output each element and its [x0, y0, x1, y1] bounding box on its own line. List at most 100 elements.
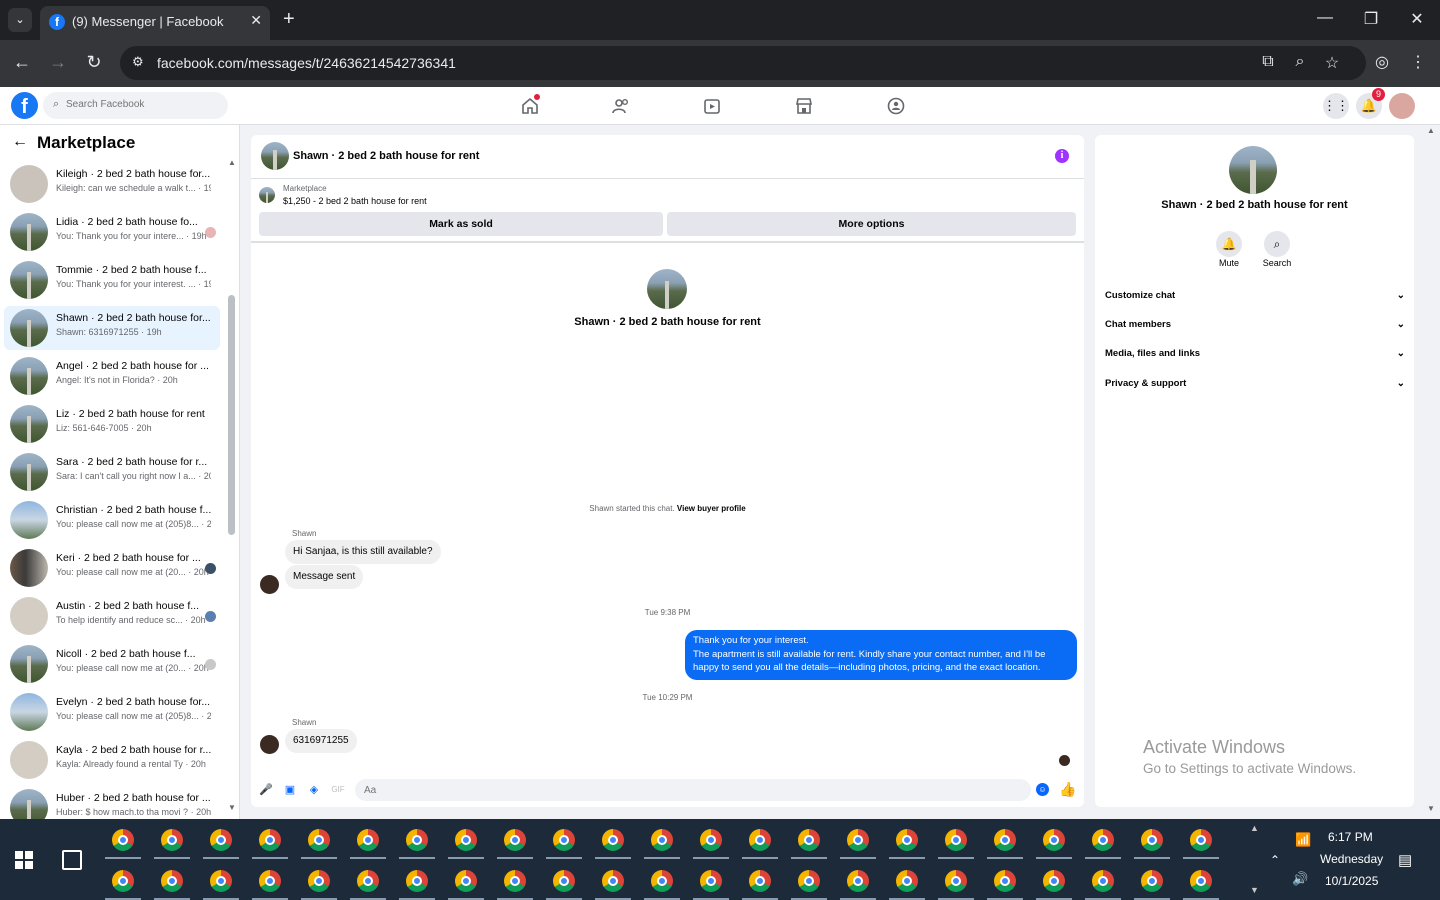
- taskbar-chrome-icon[interactable]: [847, 870, 869, 892]
- window-close-icon[interactable]: ✕: [1402, 9, 1432, 29]
- taskbar-chrome-icon[interactable]: [896, 870, 918, 892]
- menu-grid-icon[interactable]: ⋮⋮: [1323, 93, 1349, 119]
- address-bar[interactable]: ⚙ facebook.com/messages/t/24636214542736…: [120, 46, 1366, 80]
- taskbar-chrome-icon[interactable]: [161, 870, 183, 892]
- outgoing-message[interactable]: Thank you for your interest. The apartme…: [685, 630, 1077, 680]
- taskbar-chrome-icon[interactable]: [945, 829, 967, 851]
- taskbar-chrome-icon[interactable]: [994, 870, 1016, 892]
- show-hidden-icons-chevron-icon[interactable]: ⌃: [1270, 853, 1280, 867]
- emoji-icon[interactable]: ☺: [1036, 783, 1049, 796]
- list-item[interactable]: Christian · 2 bed 2 bath house f... You:…: [4, 498, 220, 542]
- site-info-icon[interactable]: ⚙: [132, 54, 150, 72]
- customize-chat-section[interactable]: Customize chat ⌄: [1105, 290, 1405, 310]
- taskbar-chrome-icon[interactable]: [553, 870, 575, 892]
- taskbar-chrome-icon[interactable]: [1141, 870, 1163, 892]
- taskbar-chrome-icon[interactable]: [112, 870, 134, 892]
- back-arrow-icon[interactable]: ←: [12, 133, 28, 151]
- list-item[interactable]: Austin · 2 bed 2 bath house f... To help…: [4, 594, 220, 638]
- profile-avatar[interactable]: [1229, 146, 1277, 194]
- search-icon[interactable]: ⌕: [1264, 231, 1290, 257]
- taskbar-chrome-icon[interactable]: [749, 870, 771, 892]
- taskbar-chrome-icon[interactable]: [161, 829, 183, 851]
- taskbar-chrome-icon[interactable]: [357, 829, 379, 851]
- taskbar-chrome-icon[interactable]: [602, 870, 624, 892]
- groups-icon[interactable]: [886, 96, 906, 116]
- tab-close-icon[interactable]: ✕: [250, 12, 262, 29]
- incoming-message[interactable]: Message sent: [285, 565, 364, 589]
- list-item[interactable]: Nicoll · 2 bed 2 bath house f... You: pl…: [4, 642, 220, 686]
- minimize-icon[interactable]: —: [1310, 9, 1340, 27]
- list-item[interactable]: Sara · 2 bed 2 bath house for r... Sara:…: [4, 450, 220, 494]
- taskbar-chrome-icon[interactable]: [602, 829, 624, 851]
- taskbar-chrome-icon[interactable]: [700, 829, 722, 851]
- volume-icon[interactable]: 🔊: [1292, 871, 1308, 887]
- clock-time[interactable]: 6:17 PM: [1328, 830, 1373, 844]
- taskbar-chrome-icon[interactable]: [455, 870, 477, 892]
- clock-date[interactable]: 10/1/2025: [1325, 874, 1378, 888]
- list-item[interactable]: Angel · 2 bed 2 bath house for ... Angel…: [4, 354, 220, 398]
- thumbs-up-icon[interactable]: 👍: [1059, 781, 1076, 797]
- taskbar-chrome-icon[interactable]: [406, 870, 428, 892]
- sender-avatar[interactable]: [260, 735, 279, 754]
- taskbar-chrome-icon[interactable]: [847, 829, 869, 851]
- taskbar-chrome-icon[interactable]: [798, 829, 820, 851]
- list-item[interactable]: Kileigh · 2 bed 2 bath house for... Kile…: [4, 162, 220, 206]
- taskbar-chrome-icon[interactable]: [651, 870, 673, 892]
- video-icon[interactable]: [702, 96, 722, 116]
- windows-start-icon[interactable]: [15, 851, 33, 869]
- list-item[interactable]: Evelyn · 2 bed 2 bath house for... You: …: [4, 690, 220, 734]
- facebook-search[interactable]: ⌕: [43, 92, 228, 119]
- taskbar-chrome-icon[interactable]: [1043, 829, 1065, 851]
- list-item[interactable]: Keri · 2 bed 2 bath house for ... You: p…: [4, 546, 220, 590]
- taskbar-chrome-icon[interactable]: [651, 829, 673, 851]
- taskbar-chrome-icon[interactable]: [308, 829, 330, 851]
- sticker-icon[interactable]: ◈: [307, 783, 321, 797]
- taskbar-chrome-icon[interactable]: [259, 870, 281, 892]
- scroll-down-icon[interactable]: ▼: [228, 803, 236, 812]
- taskbar-chrome-icon[interactable]: [700, 870, 722, 892]
- taskbar-chrome-icon[interactable]: [357, 870, 379, 892]
- restore-icon[interactable]: ❐: [1356, 9, 1386, 29]
- incoming-message[interactable]: Hi Sanjaa, is this still available?: [285, 540, 441, 564]
- url-text[interactable]: facebook.com/messages/t/2463621454273634…: [157, 55, 456, 71]
- taskbar-chrome-icon[interactable]: [259, 829, 281, 851]
- back-icon[interactable]: ←: [10, 52, 34, 73]
- taskbar-chrome-icon[interactable]: [112, 829, 134, 851]
- scroll-up-icon[interactable]: ▲: [228, 158, 236, 167]
- list-item[interactable]: Kayla · 2 bed 2 bath house for r... Kayl…: [4, 738, 220, 782]
- new-tab-button[interactable]: +: [283, 9, 295, 29]
- taskbar-chrome-icon[interactable]: [896, 829, 918, 851]
- list-item[interactable]: Huber · 2 bed 2 bath house for ... Huber…: [4, 786, 220, 819]
- chat-avatar[interactable]: [261, 142, 289, 170]
- zoom-icon[interactable]: ⌕: [1290, 53, 1310, 71]
- microphone-icon[interactable]: 🎤: [259, 783, 273, 797]
- mute-bell-icon[interactable]: 🔔: [1216, 231, 1242, 257]
- taskbar-chrome-icon[interactable]: [1141, 829, 1163, 851]
- media-files-links-section[interactable]: Media, files and links ⌄: [1105, 348, 1405, 368]
- chat-profile-avatar[interactable]: [647, 269, 687, 309]
- taskbar-chrome-icon[interactable]: [1092, 829, 1114, 851]
- reload-icon[interactable]: ↻: [82, 52, 106, 73]
- message-input[interactable]: [355, 779, 1031, 801]
- marketplace-icon[interactable]: [794, 96, 814, 116]
- list-item[interactable]: Tommie · 2 bed 2 bath house f... You: Th…: [4, 258, 220, 302]
- info-icon[interactable]: i: [1055, 149, 1069, 163]
- taskbar-chrome-icon[interactable]: [210, 870, 232, 892]
- network-icon[interactable]: 📶: [1295, 832, 1311, 848]
- taskbar-chrome-icon[interactable]: [1043, 870, 1065, 892]
- browser-tab[interactable]: f (9) Messenger | Facebook ✕: [40, 6, 270, 40]
- privacy-support-section[interactable]: Privacy & support ⌄: [1105, 378, 1405, 398]
- taskbar-chrome-icon[interactable]: [945, 870, 967, 892]
- taskbar-chrome-icon[interactable]: [504, 829, 526, 851]
- sender-avatar[interactable]: [260, 575, 279, 594]
- taskbar-chrome-icon[interactable]: [553, 829, 575, 851]
- list-item-active[interactable]: Shawn · 2 bed 2 bath house for... Shawn:…: [4, 306, 220, 350]
- taskbar-chrome-icon[interactable]: [749, 829, 771, 851]
- tab-search-dropdown[interactable]: ⌄: [8, 8, 32, 32]
- chat-members-section[interactable]: Chat members ⌄: [1105, 319, 1405, 339]
- account-avatar[interactable]: [1389, 93, 1415, 119]
- facebook-logo[interactable]: f: [11, 92, 38, 119]
- listing-price[interactable]: $1,250 - 2 bed 2 bath house for rent: [283, 196, 427, 206]
- chat-title[interactable]: Shawn · 2 bed 2 bath house for rent: [293, 150, 479, 162]
- taskbar-chrome-icon[interactable]: [504, 870, 526, 892]
